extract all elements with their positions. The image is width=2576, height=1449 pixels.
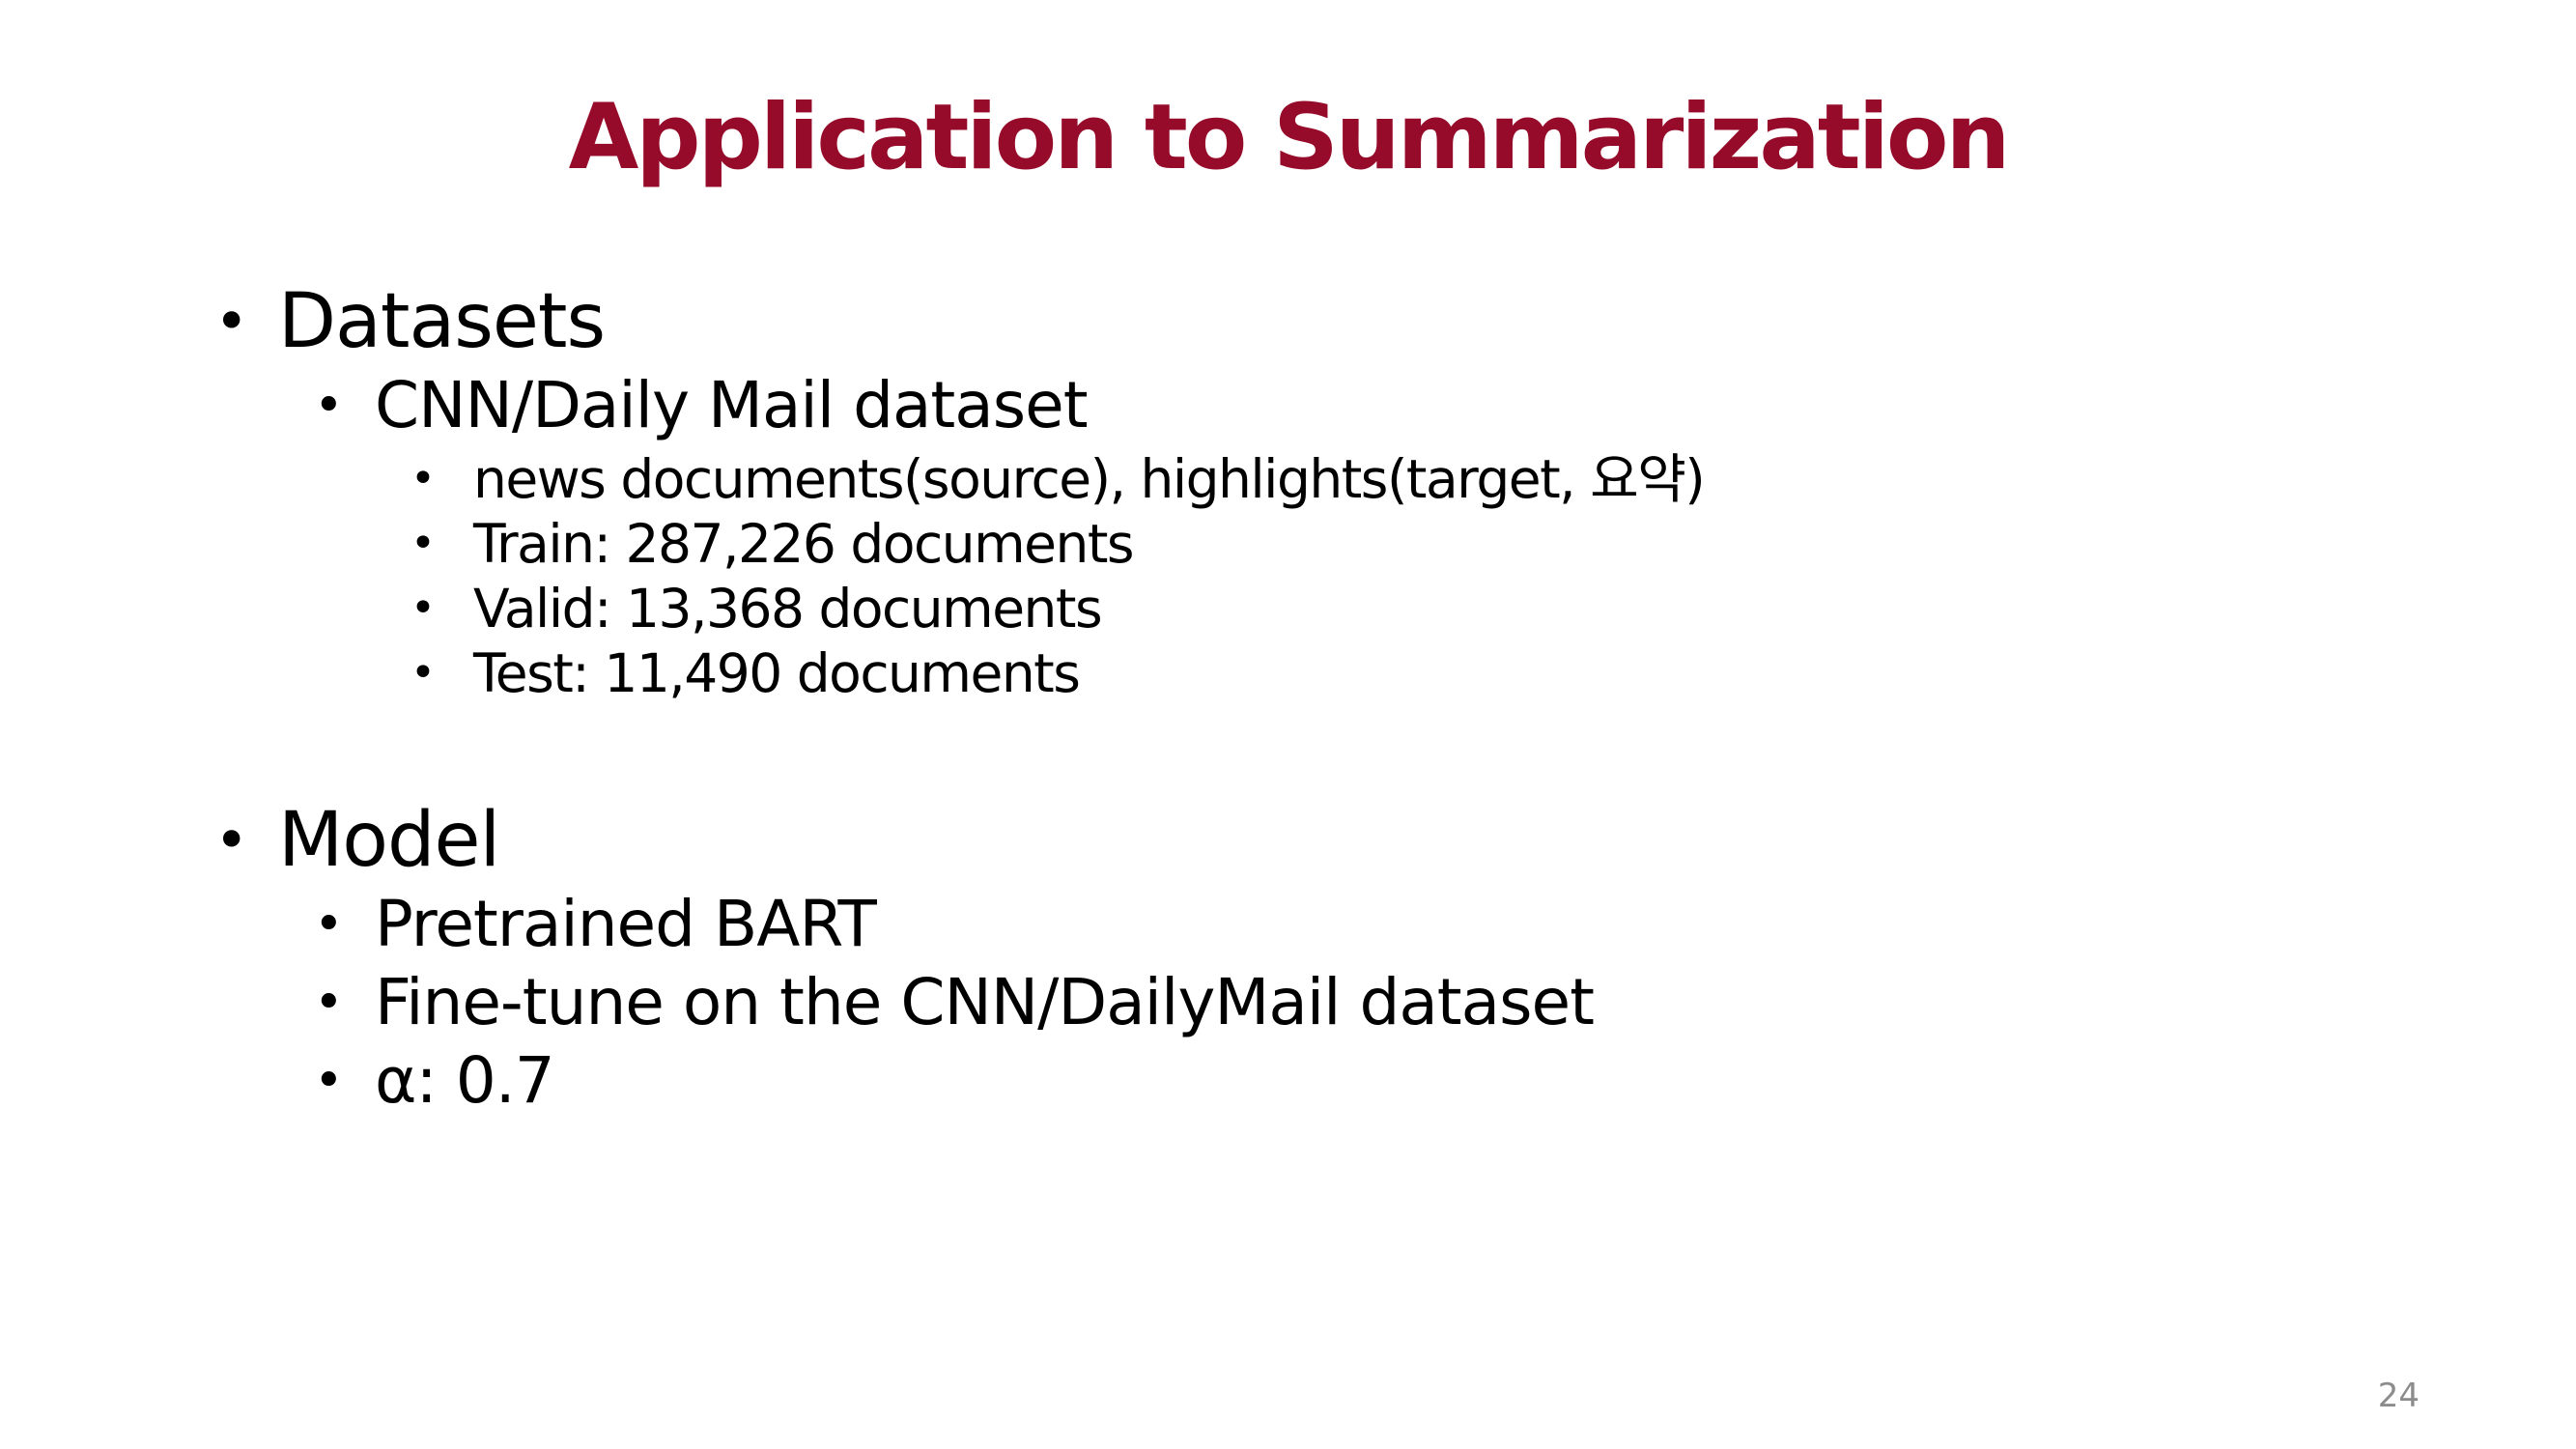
bullet-marker: • xyxy=(314,895,344,953)
model-item-alpha: α: 0.7 xyxy=(375,1043,555,1118)
dataset-detail-description: news documents(source), highlights(targe… xyxy=(473,448,1706,510)
datasets-heading: Datasets xyxy=(278,278,606,365)
model-item-finetune: Fine-tune on the CNN/DailyMail dataset xyxy=(375,965,1595,1039)
slide-title: Application to Summarization xyxy=(568,85,2011,190)
dataset-name: CNN/Daily Mail dataset xyxy=(375,368,1089,442)
dataset-detail-valid: Valid: 13,368 documents xyxy=(473,578,1103,639)
bullet-marker: • xyxy=(410,648,436,697)
bullet-marker: • xyxy=(410,454,436,503)
bullet-marker: • xyxy=(410,583,436,633)
bullet-marker: • xyxy=(214,288,249,355)
bullet-marker: • xyxy=(314,974,344,1032)
model-item-pretrained: Pretrained BART xyxy=(375,887,877,961)
bullet-marker: • xyxy=(314,1052,344,1110)
dataset-detail-test: Test: 11,490 documents xyxy=(473,642,1081,704)
model-heading: Model xyxy=(278,797,500,884)
bullet-marker: • xyxy=(314,377,344,435)
bullet-marker: • xyxy=(410,519,436,568)
bullet-marker: • xyxy=(214,807,249,874)
dataset-detail-train: Train: 287,226 documents xyxy=(473,513,1135,575)
page-number: 24 xyxy=(2377,1377,2420,1415)
